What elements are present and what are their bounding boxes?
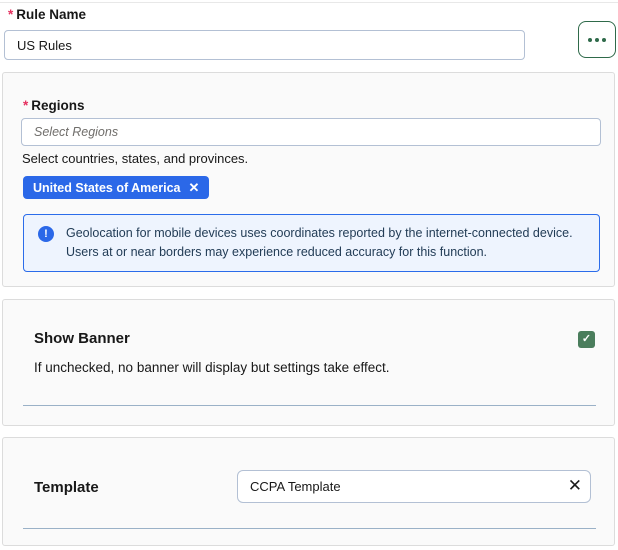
region-chip[interactable]: United States of America ✕ — [23, 176, 209, 199]
regions-label-text: Regions — [31, 98, 84, 113]
clear-template-icon[interactable]: ✕ — [568, 475, 582, 497]
section-divider — [23, 528, 596, 529]
regions-card: *Regions Select countries, states, and p… — [2, 72, 615, 287]
template-card: Template ✕ — [2, 437, 615, 546]
info-icon: ! — [38, 226, 54, 242]
show-banner-card: Show Banner ✓ If unchecked, no banner wi… — [2, 299, 615, 426]
regions-label: *Regions — [23, 98, 85, 113]
required-asterisk: * — [23, 98, 28, 113]
show-banner-description: If unchecked, no banner will display but… — [34, 358, 406, 378]
chip-remove-icon[interactable]: ✕ — [189, 181, 200, 194]
geolocation-alert-text: Geolocation for mobile devices uses coor… — [66, 224, 585, 262]
checkmark-icon: ✓ — [582, 334, 591, 345]
rule-name-label-text: Rule Name — [16, 7, 86, 22]
rule-edit-form: *Rule Name *Regions Select countries, st… — [0, 0, 618, 550]
rule-name-label: *Rule Name — [8, 7, 86, 22]
rule-name-input[interactable] — [4, 30, 525, 60]
regions-select-input[interactable] — [21, 118, 601, 146]
more-options-icon — [588, 38, 592, 42]
regions-helper-text: Select countries, states, and provinces. — [22, 151, 248, 166]
region-chip-label: United States of America — [33, 181, 181, 195]
more-options-button[interactable] — [578, 21, 616, 58]
template-input-wrap: ✕ — [237, 470, 591, 503]
show-banner-checkbox[interactable]: ✓ — [578, 331, 595, 348]
section-divider — [23, 405, 596, 406]
geolocation-info-alert: ! Geolocation for mobile devices uses co… — [23, 214, 600, 272]
template-input[interactable] — [237, 470, 591, 503]
template-label: Template — [34, 479, 99, 496]
show-banner-title: Show Banner — [34, 330, 130, 347]
required-asterisk: * — [8, 7, 13, 22]
top-divider — [0, 2, 618, 3]
